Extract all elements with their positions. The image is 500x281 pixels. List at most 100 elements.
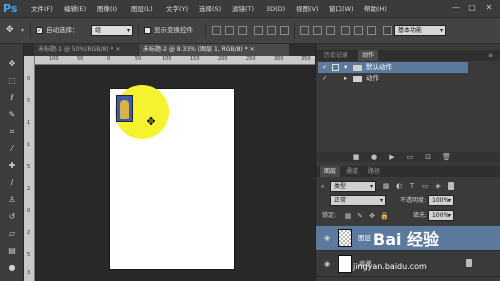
tab-history[interactable]: 历史记录 xyxy=(320,50,352,61)
options-bar: ✥ ▾ ✓ 自动选择： 组 显示变换控件 基本功能 xyxy=(0,18,500,44)
restore-icon[interactable]: □ xyxy=(467,3,477,13)
lock-transparent-icon[interactable]: ▦ xyxy=(344,212,352,220)
tab-channels[interactable]: 通道 xyxy=(342,166,362,177)
toolbox: ✥ ⬚ ℓ ✎ ⌗ ⁄ ✚ / ♙ ↺ ▱ ▤ ● xyxy=(0,44,24,281)
menu-type[interactable]: 文字(Y) xyxy=(166,0,188,18)
distribute-left-icon[interactable] xyxy=(341,26,350,35)
eraser-tool-icon[interactable]: ▱ xyxy=(6,228,18,240)
workspace-dropdown[interactable]: 基本功能 xyxy=(394,25,446,36)
marquee-tool-icon[interactable]: ⬚ xyxy=(6,75,18,87)
menu-help[interactable]: 帮助(H) xyxy=(364,0,387,18)
lasso-tool-icon[interactable]: ℓ xyxy=(6,92,18,104)
crop-tool-icon[interactable]: ⌗ xyxy=(6,126,18,138)
distribute-hcenter-icon[interactable] xyxy=(354,26,363,35)
auto-select-checkbox[interactable]: ✓ xyxy=(36,27,43,34)
fill-input[interactable]: 100% xyxy=(428,210,454,221)
stop-icon[interactable]: ■ xyxy=(352,153,360,161)
healing-brush-tool-icon[interactable]: ✚ xyxy=(6,160,18,172)
visibility-eye-icon[interactable]: ◉ xyxy=(322,233,332,243)
move-tool-icon[interactable]: ✥ xyxy=(6,24,20,36)
brush-tool-icon[interactable]: / xyxy=(6,177,18,189)
play-icon[interactable]: ▶ xyxy=(388,153,396,161)
photoshop-logo: Ps xyxy=(3,2,18,15)
move-tool-icon[interactable]: ✥ xyxy=(6,58,18,70)
ruler-label: 0 xyxy=(27,208,31,214)
panel-menu-icon[interactable]: ≡ xyxy=(488,50,493,61)
blur-tool-icon[interactable]: ● xyxy=(6,262,18,274)
auto-select-dropdown[interactable]: 组 xyxy=(91,25,133,36)
ruler-label: 0 xyxy=(27,76,31,82)
filter-search-icon: ⌕ xyxy=(321,183,325,190)
visibility-eye-icon[interactable]: ◉ xyxy=(322,259,332,269)
tab-document-2[interactable]: 未标题-2 @ 8.33% (图层 1, RGB/8) * × xyxy=(139,44,289,56)
document-tab-bar: 未标题-1 @ 50%(RGB/8) * × 未标题-2 @ 8.33% (图层… xyxy=(24,44,315,56)
lock-all-icon[interactable]: 🔒 xyxy=(380,212,389,220)
action-row[interactable]: ✓ ▸ 动作 xyxy=(318,73,468,84)
move-cursor-icon: ✥ xyxy=(146,115,156,128)
menu-3d[interactable]: 3D(D) xyxy=(266,0,285,18)
filter-smart-icon[interactable]: ◈ xyxy=(434,182,442,190)
auto-align-icon[interactable] xyxy=(383,26,392,35)
menu-bar: Ps 文件(F) 编辑(E) 图像(I) 图层(L) 文字(Y) 选择(S) 滤… xyxy=(0,0,500,18)
eyedropper-tool-icon[interactable]: ⁄ xyxy=(6,143,18,155)
record-icon[interactable]: ● xyxy=(370,153,378,161)
align-left-icon[interactable] xyxy=(254,26,263,35)
clone-stamp-tool-icon[interactable]: ♙ xyxy=(6,194,18,206)
blend-mode-dropdown[interactable]: 正常 xyxy=(330,195,386,206)
distribute-top-icon[interactable] xyxy=(300,26,309,35)
layer-filter-dropdown[interactable]: ⌕ 类型 xyxy=(321,181,376,192)
menu-file[interactable]: 文件(F) xyxy=(31,0,53,18)
opacity-input[interactable]: 100% xyxy=(428,195,454,206)
align-top-icon[interactable] xyxy=(212,26,221,35)
new-action-icon[interactable]: ⊡ xyxy=(424,153,432,161)
menu-window[interactable]: 窗口(W) xyxy=(329,0,354,18)
history-brush-tool-icon[interactable]: ↺ xyxy=(6,211,18,223)
dialog-toggle-icon[interactable] xyxy=(332,64,339,71)
menu-select[interactable]: 选择(S) xyxy=(199,0,221,18)
collapse-arrow-icon[interactable]: ▸ xyxy=(344,73,347,84)
lock-position-icon[interactable]: ✥ xyxy=(368,212,376,220)
filter-type-icon[interactable]: T xyxy=(408,182,416,190)
layers-panel-tabbar: 图层 通道 路径 xyxy=(316,166,500,177)
lock-image-icon[interactable]: ✎ xyxy=(356,212,364,220)
filter-toggle-icon[interactable] xyxy=(448,182,454,190)
align-vcenter-icon[interactable] xyxy=(225,26,234,35)
menu-edit[interactable]: 编辑(E) xyxy=(64,0,86,18)
check-icon[interactable]: ✓ xyxy=(322,73,327,84)
align-bottom-icon[interactable] xyxy=(238,26,247,35)
distribute-right-icon[interactable] xyxy=(367,26,376,35)
delete-icon[interactable]: 🗑 xyxy=(442,153,451,161)
show-transform-checkbox[interactable] xyxy=(144,27,151,34)
check-icon[interactable]: ✓ xyxy=(322,62,327,73)
minimize-icon[interactable]: — xyxy=(451,3,461,13)
action-set-row[interactable]: ✓ ▾ 默认动作 xyxy=(318,62,468,73)
distribute-bottom-icon[interactable] xyxy=(326,26,335,35)
gradient-tool-icon[interactable]: ▤ xyxy=(6,245,18,257)
filter-adjust-icon[interactable]: ◐ xyxy=(395,182,403,190)
close-icon[interactable]: ✕ xyxy=(484,3,494,13)
menu-filter[interactable]: 滤镜(T) xyxy=(232,0,254,18)
tab-layers[interactable]: 图层 xyxy=(320,166,341,177)
tab-document-1[interactable]: 未标题-1 @ 50%(RGB/8) * × xyxy=(34,44,138,56)
new-set-icon[interactable]: ▭ xyxy=(406,153,414,161)
watermark-site: jingyan.baidu.com xyxy=(353,262,427,271)
vertical-ruler[interactable]: 0 5 1 1 5 2 0 2 5 3 xyxy=(24,56,35,281)
quick-select-tool-icon[interactable]: ✎ xyxy=(6,109,18,121)
menu-view[interactable]: 视图(V) xyxy=(296,0,319,18)
filter-pixel-icon[interactable]: ▦ xyxy=(382,182,390,190)
align-right-icon[interactable] xyxy=(280,26,289,35)
tool-preset-dropdown-icon[interactable]: ▾ xyxy=(21,27,24,34)
filter-shape-icon[interactable]: ▭ xyxy=(421,182,429,190)
horizontal-ruler[interactable]: 100 50 0 50 100 150 200 250 300 350 xyxy=(35,56,315,65)
folder-icon xyxy=(353,65,362,71)
tab-close-icon[interactable]: × xyxy=(115,46,120,53)
history-panel-tabbar: 历史记录 动作 ≡ xyxy=(316,50,500,61)
tab-actions[interactable]: 动作 xyxy=(358,50,379,61)
menu-layer[interactable]: 图层(L) xyxy=(131,0,153,18)
tab-close-icon[interactable]: × xyxy=(250,46,255,53)
tab-paths[interactable]: 路径 xyxy=(364,166,384,177)
distribute-vcenter-icon[interactable] xyxy=(313,26,322,35)
expand-arrow-icon[interactable]: ▾ xyxy=(344,62,347,73)
align-hcenter-icon[interactable] xyxy=(267,26,276,35)
menu-image[interactable]: 图像(I) xyxy=(97,0,117,18)
